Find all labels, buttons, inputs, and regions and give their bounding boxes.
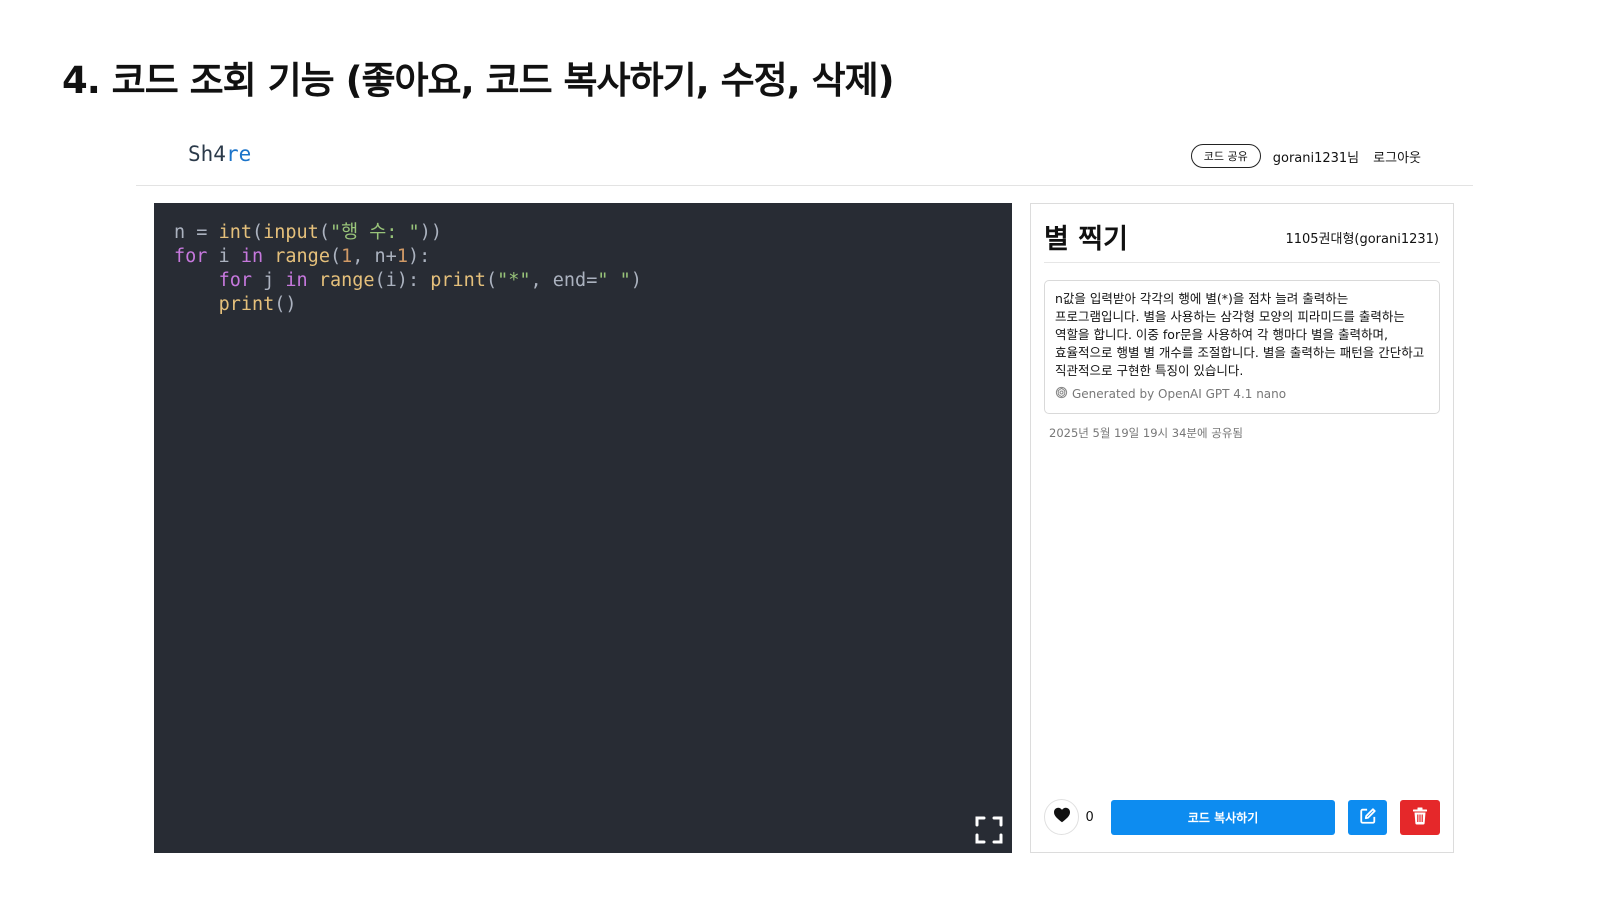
share-code-button[interactable]: 코드 공유 <box>1190 144 1261 168</box>
divider <box>1044 262 1440 263</box>
code-line-1: n = int(input("행 수: ")) <box>174 222 442 243</box>
code-line-4: print() <box>218 294 297 315</box>
code-line-2: for i in range(1, n+1): <box>174 246 431 267</box>
description-text: n값을 입력받아 각각의 행에 별(*)을 점차 늘려 출력하는 프로그램입니다… <box>1055 291 1425 378</box>
slide-title: 4. 코드 조회 기능 (좋아요, 코드 복사하기, 수정, 삭제) <box>62 59 895 102</box>
ai-description-box: n값을 입력받아 각각의 행에 별(*)을 점차 늘려 출력하는 프로그램입니다… <box>1044 280 1440 414</box>
edit-icon <box>1359 807 1377 828</box>
nav-right: 코드 공유 gorani1231님 로그아웃 <box>1190 144 1421 168</box>
post-panel: 별 찍기 1105권대형(gorani1231) n값을 입력받아 각각의 행에… <box>1030 203 1454 853</box>
delete-button[interactable] <box>1400 799 1440 835</box>
logo-part1: Sh4 <box>188 142 226 166</box>
trash-icon <box>1412 807 1428 828</box>
openai-icon <box>1055 386 1068 402</box>
code-line-3: for j in range(i): print("*", end=" ") <box>218 270 642 291</box>
code-editor[interactable]: n = int(input("행 수: ")) for i in range(1… <box>154 203 1012 853</box>
fullscreen-icon[interactable] <box>974 815 1004 845</box>
action-bar: 0 코드 복사하기 <box>1044 798 1440 836</box>
copy-code-button[interactable]: 코드 복사하기 <box>1111 799 1335 835</box>
heart-icon <box>1053 807 1071 827</box>
logo[interactable]: Sh4re <box>188 142 251 166</box>
logo-part2: re <box>225 142 252 166</box>
like-button[interactable] <box>1044 799 1080 835</box>
like-count: 0 <box>1085 809 1094 825</box>
logout-link[interactable]: 로그아웃 <box>1373 147 1421 166</box>
generated-by-line: Generated by OpenAI GPT 4.1 nano <box>1055 386 1429 402</box>
edit-button[interactable] <box>1347 799 1388 835</box>
navbar: Sh4re 코드 공유 gorani1231님 로그아웃 <box>136 128 1473 186</box>
generated-by-text: Generated by OpenAI GPT 4.1 nano <box>1072 387 1287 401</box>
post-title: 별 찍기 <box>1044 224 1128 255</box>
code-block: n = int(input("행 수: ")) for i in range(1… <box>174 221 992 317</box>
shared-timestamp: 2025년 5월 19일 19시 34분에 공유됨 <box>1049 426 1243 440</box>
username: gorani1231님 <box>1272 150 1360 166</box>
post-author: 1105권대형(gorani1231) <box>1285 232 1439 247</box>
